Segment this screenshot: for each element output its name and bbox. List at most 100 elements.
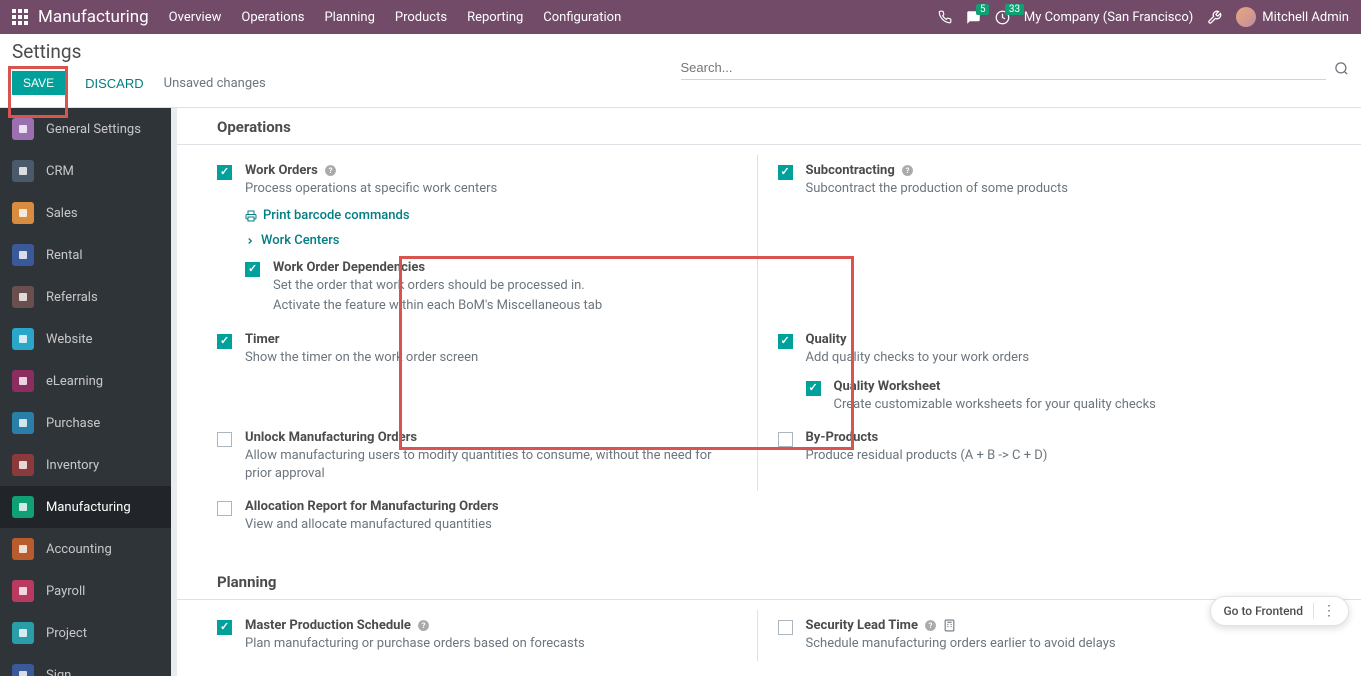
clock-badge: 33 xyxy=(1005,4,1024,15)
unsaved-indicator: Unsaved changes xyxy=(164,76,266,91)
sidebar-item-sales[interactable]: Sales xyxy=(0,192,171,234)
menu-reporting[interactable]: Reporting xyxy=(467,10,523,25)
module-icon xyxy=(12,370,34,392)
sidebar-item-label: General Settings xyxy=(46,122,141,137)
subcontracting-checkbox[interactable] xyxy=(778,165,793,180)
sidebar-item-label: Rental xyxy=(46,248,83,263)
work-order-deps-title: Work Order Dependencies xyxy=(273,260,425,275)
sidebar-item-general-settings[interactable]: General Settings xyxy=(0,108,171,150)
chat-icon[interactable]: 5 xyxy=(966,10,981,25)
security-title: Security Lead Time xyxy=(806,618,918,633)
work-orders-desc: Process operations at specific work cent… xyxy=(245,180,737,198)
sidebar-item-label: Payroll xyxy=(46,584,85,599)
work-orders-checkbox[interactable] xyxy=(217,165,232,180)
sidebar-item-crm[interactable]: CRM xyxy=(0,150,171,192)
sidebar-item-inventory[interactable]: Inventory xyxy=(0,444,171,486)
save-button[interactable]: SAVE xyxy=(12,71,65,95)
quality-checkbox[interactable] xyxy=(778,334,793,349)
company-selector[interactable]: My Company (San Francisco) xyxy=(1024,10,1193,25)
module-icon xyxy=(12,622,34,644)
menu-products[interactable]: Products xyxy=(395,10,447,25)
mps-desc: Plan manufacturing or purchase orders ba… xyxy=(245,635,737,653)
page-title: Settings xyxy=(12,40,681,63)
sidebar-item-elearning[interactable]: eLearning xyxy=(0,360,171,402)
module-icon xyxy=(12,118,34,140)
setting-allocation: Allocation Report for Manufacturing Orde… xyxy=(217,491,757,542)
discard-button[interactable]: DISCARD xyxy=(77,72,152,95)
quality-worksheet-checkbox[interactable] xyxy=(806,381,821,396)
work-order-deps-desc2: Activate the feature within each BoM's M… xyxy=(273,297,737,315)
mps-checkbox[interactable] xyxy=(217,620,232,635)
go-to-frontend-button[interactable]: Go to Frontend ⋮ xyxy=(1210,596,1349,626)
work-centers-link[interactable]: Work Centers xyxy=(245,233,737,248)
sidebar-item-website[interactable]: Website xyxy=(0,318,171,360)
sidebar-item-manufacturing[interactable]: Manufacturing xyxy=(0,486,171,528)
help-icon[interactable]: ? xyxy=(924,619,937,632)
user-name: Mitchell Admin xyxy=(1262,10,1349,25)
timer-title: Timer xyxy=(245,332,280,347)
work-order-deps-checkbox[interactable] xyxy=(245,262,260,277)
app-brand[interactable]: Manufacturing xyxy=(38,7,149,27)
quality-desc: Add quality checks to your work orders xyxy=(806,349,1277,367)
setting-work-orders: Work Orders ? Process operations at spec… xyxy=(217,155,757,324)
menu-operations[interactable]: Operations xyxy=(241,10,304,25)
help-icon[interactable]: ? xyxy=(417,619,430,632)
user-menu[interactable]: Mitchell Admin xyxy=(1236,7,1349,27)
mps-title: Master Production Schedule xyxy=(245,618,411,633)
module-icon xyxy=(12,580,34,602)
help-icon[interactable]: ? xyxy=(324,164,337,177)
setting-quality: Quality Add quality checks to your work … xyxy=(757,324,1297,422)
setting-unlock: Unlock Manufacturing Orders Allow manufa… xyxy=(217,422,757,491)
sidebar-item-referrals[interactable]: Referrals xyxy=(0,276,171,318)
timer-desc: Show the timer on the work order screen xyxy=(245,349,737,367)
module-icon xyxy=(12,496,34,518)
subcontracting-desc: Subcontract the production of some produ… xyxy=(806,180,1277,198)
sidebar-item-rental[interactable]: Rental xyxy=(0,234,171,276)
phone-icon[interactable] xyxy=(938,10,952,24)
module-icon xyxy=(12,664,34,676)
allocation-title: Allocation Report for Manufacturing Orde… xyxy=(245,499,499,514)
tools-icon[interactable] xyxy=(1207,10,1222,25)
subcontracting-title: Subcontracting xyxy=(806,163,895,178)
menu-overview[interactable]: Overview xyxy=(169,10,222,25)
control-panel: Settings SAVE DISCARD Unsaved changes xyxy=(0,34,1361,108)
security-checkbox[interactable] xyxy=(778,620,793,635)
search-input[interactable] xyxy=(681,56,1327,80)
sidebar-item-purchase[interactable]: Purchase xyxy=(0,402,171,444)
apps-icon[interactable] xyxy=(12,9,28,25)
sidebar-item-label: Accounting xyxy=(46,542,112,557)
module-icon xyxy=(12,538,34,560)
unlock-checkbox[interactable] xyxy=(217,432,232,447)
calculator-icon[interactable] xyxy=(943,619,956,632)
menu-planning[interactable]: Planning xyxy=(324,10,374,25)
byproducts-desc: Produce residual products (A + B -> C + … xyxy=(806,447,1277,465)
work-orders-title: Work Orders xyxy=(245,163,318,178)
sidebar-item-sign[interactable]: Sign xyxy=(0,654,171,676)
quality-title: Quality xyxy=(806,332,847,347)
svg-text:?: ? xyxy=(929,621,933,630)
sidebar-item-payroll[interactable]: Payroll xyxy=(0,570,171,612)
section-planning-header: Planning xyxy=(177,563,1361,600)
help-icon[interactable]: ? xyxy=(901,164,914,177)
sidebar-item-project[interactable]: Project xyxy=(0,612,171,654)
module-icon xyxy=(12,328,34,350)
timer-checkbox[interactable] xyxy=(217,334,232,349)
menu-configuration[interactable]: Configuration xyxy=(543,10,621,25)
svg-text:?: ? xyxy=(422,621,426,630)
allocation-checkbox[interactable] xyxy=(217,501,232,516)
settings-content[interactable]: Operations Work Orders ? Process operati… xyxy=(177,108,1361,676)
search-icon[interactable] xyxy=(1334,61,1349,76)
section-operations-header: Operations xyxy=(177,108,1361,145)
module-icon xyxy=(12,454,34,476)
allocation-desc: View and allocate manufactured quantitie… xyxy=(245,516,737,534)
print-barcode-link[interactable]: Print barcode commands xyxy=(245,208,737,223)
svg-text:?: ? xyxy=(328,166,332,175)
settings-sidebar[interactable]: General Settings CRM Sales Rental ReferralsW… xyxy=(0,108,177,676)
byproducts-checkbox[interactable] xyxy=(778,432,793,447)
sidebar-item-accounting[interactable]: Accounting xyxy=(0,528,171,570)
top-menu: Overview Operations Planning Products Re… xyxy=(169,10,622,25)
quality-worksheet-title: Quality Worksheet xyxy=(834,379,941,394)
kebab-icon[interactable]: ⋮ xyxy=(1313,603,1336,619)
sidebar-item-label: CRM xyxy=(46,164,74,179)
clock-icon[interactable]: 33 xyxy=(995,10,1010,25)
